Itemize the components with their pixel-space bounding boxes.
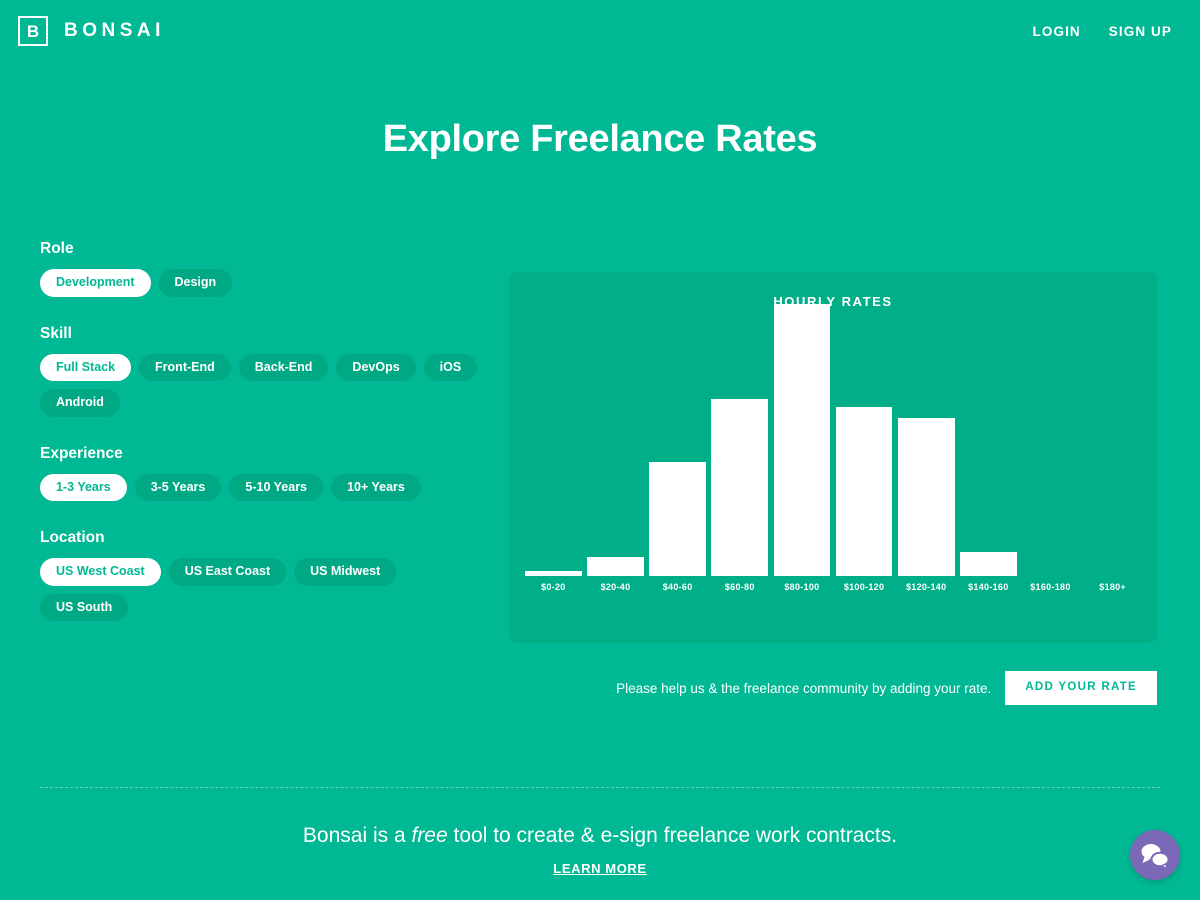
add-rate-prompt-text: Please help us & the freelance community…: [616, 680, 992, 696]
filter-option-5-10-years[interactable]: 5-10 Years: [229, 473, 324, 501]
page-title: Explore Freelance Rates: [382, 118, 818, 160]
filter-options-role: Development Design: [40, 269, 490, 297]
chart-bar-column: [711, 304, 769, 576]
filter-option-devops[interactable]: DevOps: [336, 353, 416, 381]
logo-wordmark: BONSAI: [64, 20, 165, 41]
chart-bar: [587, 556, 644, 576]
chart-bar-column: [1022, 304, 1079, 576]
filter-label-role: Role: [40, 240, 74, 257]
chart-tick-label: $120-140: [905, 582, 947, 592]
filter-group-skill: Skill Full Stack Front-End Back-End DevO…: [40, 325, 490, 417]
chart-plot-area: $0-20 $20-40 $40-60 $60-80 $80-100 $100-120 $1…: [525, 304, 1141, 604]
chart-tick-label: $0-20: [541, 582, 566, 592]
chart-bar: [959, 551, 1017, 576]
main-nav: LOGIN SIGN UP: [1033, 24, 1180, 39]
filter-option-us-east-coast[interactable]: US East Coast: [168, 558, 287, 586]
footer-tagline-before: Bonsai is a: [302, 824, 412, 847]
filter-options-skill: Full Stack Front-End Back-End DevOps iOS…: [40, 353, 490, 417]
chart-bar-column: [773, 304, 831, 576]
filter-label-location: Location: [40, 529, 105, 546]
footer-tagline: Bonsai is a free tool to create & e-sign…: [0, 824, 1200, 848]
add-your-rate-button[interactable]: ADD YOUR RATE: [1005, 671, 1157, 705]
filter-group-location: Location US West Coast US East Coast US …: [40, 529, 490, 621]
filter-options-experience: 1-3 Years 3-5 Years 5-10 Years 10+ Years: [40, 473, 490, 501]
chart-bar: [525, 570, 582, 576]
footer-tagline-emphasis: free: [411, 824, 448, 847]
filter-option-ios[interactable]: iOS: [423, 353, 478, 381]
chart-bar: [711, 399, 769, 576]
filter-panel: Role Development Design Skill Full Stack…: [40, 240, 490, 621]
filter-option-3-5-years[interactable]: 3-5 Years: [134, 473, 222, 501]
nav-link-login[interactable]: LOGIN: [1033, 24, 1081, 39]
filter-options-location: US West Coast US East Coast US Midwest U…: [40, 558, 490, 621]
chat-bubbles-icon: [1141, 844, 1170, 871]
filter-option-front-end[interactable]: Front-End: [139, 353, 231, 381]
chart-bar-column: [959, 304, 1017, 576]
chart-bar-column: [1084, 304, 1141, 576]
filter-option-android[interactable]: Android: [40, 389, 120, 417]
logo-mark-icon: B: [18, 16, 48, 46]
chart-bar-column: [587, 304, 644, 576]
filter-option-10-plus-years[interactable]: 10+ Years: [331, 473, 421, 501]
filter-option-us-midwest[interactable]: US Midwest: [294, 558, 397, 586]
chart-tick-label: $20-40: [600, 582, 631, 592]
chart-bar: [897, 418, 955, 576]
brand-logo[interactable]: B BONSAI: [18, 16, 165, 46]
filter-group-experience: Experience 1-3 Years 3-5 Years 5-10 Year…: [40, 444, 490, 501]
chart-tick-label: $60-80: [724, 582, 755, 592]
chart-tick-label: $40-60: [662, 582, 693, 592]
chart-tick-label: $160-180: [1030, 582, 1071, 592]
hourly-rates-chart-panel: HOURLY RATES $0-20 $20-40 $40-60 $60-80 $80-…: [509, 272, 1157, 643]
chart-bar: [835, 407, 893, 576]
filter-option-1-3-years[interactable]: 1-3 Years: [40, 473, 127, 501]
chart-tick-label: $100-120: [843, 582, 885, 592]
filter-option-us-south[interactable]: US South: [40, 593, 129, 621]
learn-more-link[interactable]: LEARN MORE: [553, 861, 646, 876]
filter-option-back-end[interactable]: Back-End: [238, 353, 329, 381]
page-root: B BONSAI LOGIN SIGN UP Explore Freelance…: [0, 0, 1200, 900]
chart-tick-label: $140-160: [968, 582, 1009, 592]
site-footer: Bonsai is a free tool to create & e-sign…: [0, 824, 1200, 878]
chart-bar: [773, 304, 831, 576]
chart-bar: [649, 461, 706, 576]
chart-bar-column: [835, 304, 893, 576]
filter-option-full-stack[interactable]: Full Stack: [40, 353, 132, 381]
filter-group-role: Role Development Design: [40, 240, 490, 297]
chart-x-axis-ticks: $0-20 $20-40 $40-60 $60-80 $80-100 $100-120 $1…: [525, 582, 1141, 604]
filter-option-development[interactable]: Development: [40, 269, 151, 297]
nav-link-signup[interactable]: SIGN UP: [1109, 24, 1172, 39]
filter-label-skill: Skill: [40, 324, 72, 342]
chart-bar-column: [525, 304, 582, 576]
filter-label-experience: Experience: [40, 444, 123, 462]
chart-bar-column: [649, 304, 706, 576]
chart-bar-column: [897, 304, 955, 576]
chart-tick-label: $80-100: [784, 582, 820, 592]
filter-option-design[interactable]: Design: [158, 269, 233, 297]
chart-tick-label: $180+: [1099, 582, 1126, 592]
filter-option-us-west-coast[interactable]: US West Coast: [40, 558, 161, 586]
site-header: B BONSAI LOGIN SIGN UP: [0, 0, 1200, 62]
footer-tagline-after: tool to create & e-sign freelance work c…: [447, 824, 898, 847]
section-divider: [40, 787, 1160, 788]
add-rate-cta: Please help us & the freelance community…: [509, 671, 1157, 705]
chart-bars: [525, 304, 1141, 576]
chat-widget-button[interactable]: [1130, 830, 1180, 880]
logo-letter: B: [26, 21, 40, 41]
